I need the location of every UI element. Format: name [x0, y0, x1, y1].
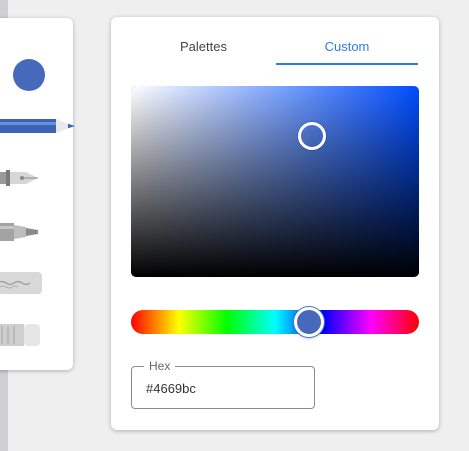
tab-palettes[interactable]: Palettes: [136, 39, 271, 54]
drawing-toolbar: [0, 18, 75, 370]
marker-tool-icon[interactable]: [0, 218, 48, 246]
fountain-pen-tool-icon[interactable]: [0, 166, 52, 190]
hex-field[interactable]: Hex: [131, 359, 315, 409]
color-selector-handle[interactable]: [298, 121, 327, 150]
pen-tool-icon[interactable]: [0, 115, 84, 137]
value-gradient: [131, 86, 419, 277]
saturation-value-area[interactable]: [131, 86, 419, 277]
eraser-tool-icon[interactable]: [0, 322, 48, 348]
hex-input[interactable]: [146, 378, 306, 398]
hue-slider[interactable]: [131, 307, 419, 337]
hex-label: Hex: [144, 359, 176, 373]
active-tab-indicator: [276, 63, 418, 65]
color-picker-panel: Palettes Custom Hex: [111, 17, 439, 430]
tab-custom[interactable]: Custom: [276, 39, 418, 54]
pencil-tool-icon[interactable]: [0, 270, 48, 296]
hue-slider-handle[interactable]: [293, 307, 324, 337]
current-color-swatch[interactable]: [13, 59, 45, 91]
